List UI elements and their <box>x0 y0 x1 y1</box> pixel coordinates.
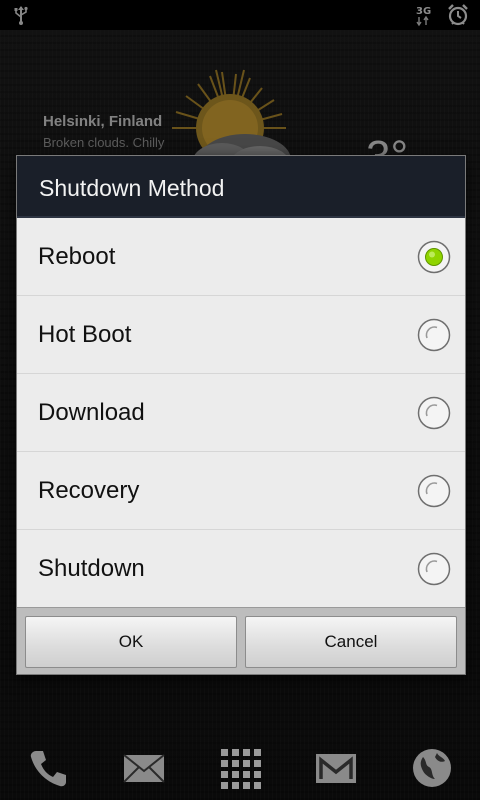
radio-selected-icon[interactable] <box>417 240 451 274</box>
option-label: Reboot <box>38 243 116 270</box>
phone-icon[interactable] <box>26 745 72 791</box>
option-label: Download <box>38 399 145 426</box>
dialog-header: Shutdown Method <box>17 156 465 218</box>
option-recovery[interactable]: Recovery <box>17 452 465 530</box>
app-drawer-icon[interactable] <box>217 745 263 791</box>
dialog-title: Shutdown Method <box>39 175 225 201</box>
gmail-icon[interactable] <box>313 745 359 791</box>
shutdown-method-dialog: Shutdown Method Reboot Hot Boot Download <box>16 155 466 675</box>
option-list: Reboot Hot Boot Download Recovery Shutdo… <box>17 218 465 608</box>
radio-unselected-icon[interactable] <box>417 318 451 352</box>
option-shutdown[interactable]: Shutdown <box>17 530 465 608</box>
browser-icon[interactable] <box>409 745 455 791</box>
home-dock <box>0 740 480 800</box>
option-label: Hot Boot <box>38 321 132 348</box>
option-download[interactable]: Download <box>17 374 465 452</box>
option-label: Recovery <box>38 477 140 504</box>
option-reboot[interactable]: Reboot <box>17 218 465 296</box>
radio-unselected-icon[interactable] <box>417 474 451 508</box>
radio-unselected-icon[interactable] <box>417 552 451 586</box>
dialog-footer: OK Cancel <box>17 607 465 674</box>
mail-icon[interactable] <box>121 745 167 791</box>
radio-unselected-icon[interactable] <box>417 396 451 430</box>
cancel-button[interactable]: Cancel <box>245 616 457 668</box>
option-hot-boot[interactable]: Hot Boot <box>17 296 465 374</box>
ok-button[interactable]: OK <box>25 616 237 668</box>
option-label: Shutdown <box>38 555 145 582</box>
